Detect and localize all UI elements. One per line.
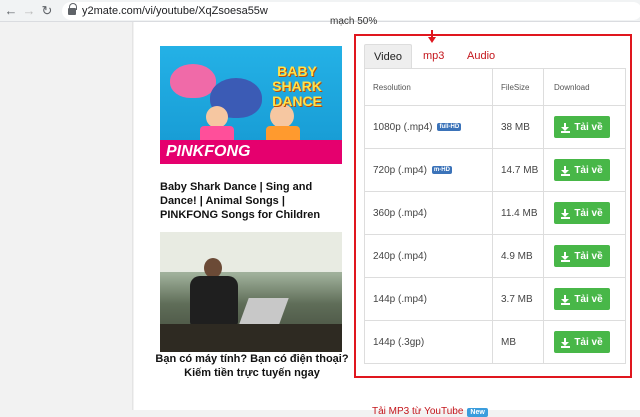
file-size: 14.7 MB (492, 149, 546, 191)
resolution-label: 1080p (.mp4) (373, 121, 433, 133)
download-icon (561, 208, 571, 219)
download-icon (561, 294, 571, 305)
resolution-label: 720p (.mp4) (373, 164, 427, 176)
mp3-link-label: Tải MP3 từ YouTube (372, 406, 464, 417)
resolution-label: 360p (.mp4) (373, 207, 427, 219)
download-icon (561, 251, 571, 262)
resolution-label: 144p (.mp4) (373, 293, 427, 305)
download-button[interactable]: Tải về (554, 116, 610, 138)
browser-toolbar: ← → ↻ y2mate.com/vi/youtube/XqZsoesa55w (0, 0, 640, 22)
reload-icon[interactable]: ↻ (40, 4, 54, 18)
video-thumbnail-baby-shark[interactable]: BABY SHARK DANCE PINKFONG (160, 46, 342, 164)
lock-icon (68, 3, 77, 15)
red-arrow-annotation (428, 30, 436, 44)
download-button[interactable]: Tải về (554, 331, 610, 353)
table-row: 144p (.mp4) 3.7 MB Tải về (365, 277, 625, 320)
video-title-link[interactable]: Baby Shark Dance | Sing and Dance! | Ani… (160, 180, 346, 222)
header-download: Download (543, 69, 625, 105)
download-button-label: Tải về (574, 250, 603, 262)
header-resolution: Resolution (373, 82, 411, 92)
download-button-label: Tải về (574, 336, 603, 348)
resolution-label: 240p (.mp4) (373, 250, 427, 262)
table-row: 1080p (.mp4) full-HD 38 MB Tải về (365, 105, 625, 148)
table-row: 240p (.mp4) 4.9 MB Tải về (365, 234, 625, 277)
background-window (160, 232, 342, 272)
download-icon (561, 337, 571, 348)
file-size: 4.9 MB (492, 235, 546, 277)
header-filesize: FileSize (492, 69, 546, 105)
arrow-left-icon[interactable]: ← (4, 4, 18, 18)
pinkfong-banner: PINKFONG (160, 140, 342, 164)
arrow-right-icon[interactable]: → (22, 4, 36, 18)
tab-mp3[interactable]: mp3 (414, 44, 453, 68)
table-header: Resolution FileSize Download (365, 69, 625, 105)
pinkfong-logo: PINKFONG (166, 143, 251, 160)
table-row: 360p (.mp4) 11.4 MB Tải về (365, 191, 625, 234)
download-panel: Video mp3 Audio Resolution FileSize Down… (354, 34, 632, 378)
file-size: 3.7 MB (492, 278, 546, 320)
main-content: mạch 50% BABY SHARK DANCE PINKFONG Baby … (134, 16, 640, 410)
download-button-label: Tải về (574, 121, 603, 133)
download-button-label: Tải về (574, 207, 603, 219)
table-row: 144p (.3gp) MB Tải về (365, 320, 625, 363)
download-button-label: Tải về (574, 164, 603, 176)
url-text: y2mate.com/vi/youtube/XqZsoesa55w (82, 5, 268, 17)
quality-badge: m-HD (431, 166, 452, 174)
download-button[interactable]: Tải về (554, 202, 610, 224)
file-size: 38 MB (492, 106, 546, 148)
video-thumbnail-ad[interactable] (160, 232, 342, 352)
download-button[interactable]: Tải về (554, 245, 610, 267)
file-size: MB (492, 321, 546, 363)
download-icon (561, 122, 571, 133)
pink-shark-graphic (170, 64, 216, 98)
tab-video[interactable]: Video (364, 44, 412, 68)
tab-audio[interactable]: Audio (458, 44, 504, 68)
download-button[interactable]: Tải về (554, 159, 610, 181)
laptop-graphic (239, 298, 289, 324)
table-graphic (160, 324, 342, 352)
kid-graphic (206, 106, 228, 128)
table-row: 720p (.mp4) m-HD 14.7 MB Tải về (365, 148, 625, 191)
mp3-youtube-link[interactable]: Tải MP3 từ YouTube New (372, 406, 488, 417)
thumbnail-title: BABY SHARK DANCE (272, 63, 322, 109)
download-button[interactable]: Tải về (554, 288, 610, 310)
download-button-label: Tải về (574, 293, 603, 305)
resolution-label: 144p (.3gp) (373, 336, 425, 348)
page-body: mạch 50% BABY SHARK DANCE PINKFONG Baby … (0, 16, 640, 417)
download-table: Resolution FileSize Download 1080p (.mp4… (364, 68, 626, 364)
man-head-graphic (204, 258, 222, 278)
quality-badge: full-HD (437, 123, 462, 131)
left-margin (0, 22, 133, 410)
download-icon (561, 165, 571, 176)
new-badge: New (467, 408, 488, 417)
partial-text: mạch 50% (330, 16, 378, 27)
man-body-graphic (190, 276, 238, 326)
ad-title-link[interactable]: Bạn có máy tính? Bạn có điện thoại? Kiếm… (154, 352, 350, 380)
file-size: 11.4 MB (492, 192, 546, 234)
